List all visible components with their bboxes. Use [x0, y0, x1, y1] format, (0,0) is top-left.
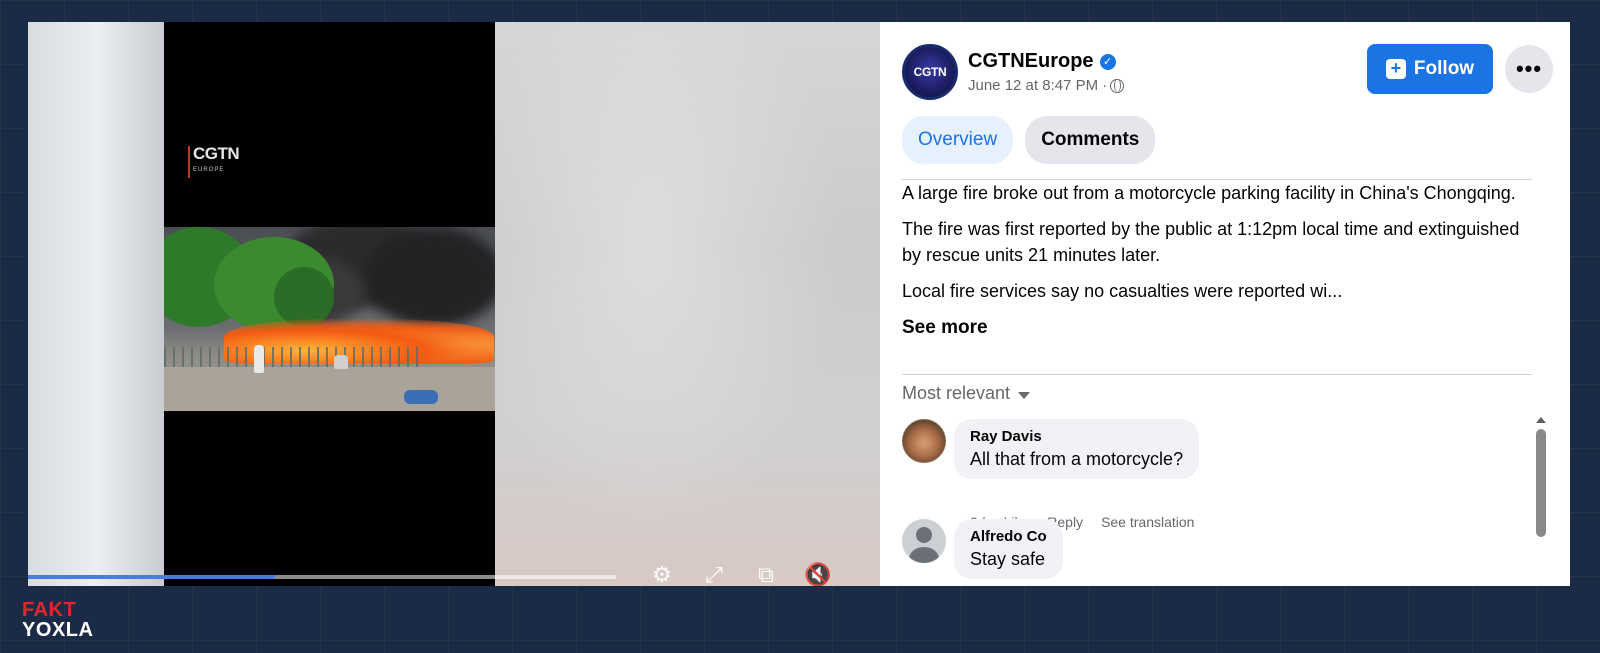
- comment-bubble: Alfredo Co Stay safe: [954, 519, 1063, 579]
- divider: [902, 374, 1532, 375]
- mute-icon[interactable]: 🔇: [804, 564, 832, 586]
- post-panel: CGTN CGTNEurope ✓ June 12 at 8:47 PM · +…: [880, 22, 1570, 586]
- more-dots-icon: •••: [1515, 56, 1543, 81]
- comment-translate-link[interactable]: See translation: [1101, 514, 1194, 530]
- comment-author[interactable]: Ray Davis: [970, 428, 1183, 445]
- comment-bubble: Ray Davis All that from a motorcycle?: [954, 419, 1200, 479]
- follow-plus-icon: +: [1385, 59, 1406, 79]
- video-controls: ⚙ ⤢ ⧉ 🔇: [648, 560, 832, 586]
- comment-text: All that from a motorcycle?: [970, 449, 1184, 469]
- video-blur-right: [495, 22, 880, 586]
- commenter-avatar[interactable]: [902, 419, 946, 463]
- page-avatar[interactable]: CGTN: [902, 44, 958, 100]
- post-description: A large fire broke out from a motorcycle…: [902, 180, 1542, 341]
- comment-item: Ray Davis All that from a motorcycle?: [902, 419, 1200, 479]
- comment-text: Stay safe: [970, 549, 1046, 569]
- cgtn-logo-text: CGTN: [193, 144, 240, 163]
- comment-author[interactable]: Alfredo Co: [970, 528, 1047, 545]
- commenter-avatar[interactable]: [902, 519, 946, 563]
- tab-overview-label: Overview: [918, 129, 998, 150]
- fullscreen-icon[interactable]: ⤢: [700, 564, 728, 586]
- watermark-top: FAKT: [22, 599, 77, 621]
- comment-sort-dropdown[interactable]: Most relevant: [902, 383, 1031, 404]
- sort-label: Most relevant: [902, 383, 1011, 403]
- comments-scrollbar[interactable]: [1536, 417, 1546, 547]
- description-paragraph-1: A large fire broke out from a motorcycle…: [902, 183, 1516, 203]
- chevron-down-icon: [1018, 391, 1031, 399]
- video-progress-bar[interactable]: [28, 575, 616, 579]
- globe-icon: [1110, 78, 1125, 93]
- video-player[interactable]: CGTN EUROPE ⚙ ⤢ ⧉ 🔇: [28, 22, 880, 586]
- tab-overview[interactable]: Overview: [902, 116, 1014, 164]
- post-timestamp[interactable]: June 12 at 8:47 PM ·: [968, 77, 1125, 94]
- comment-item: Alfredo Co Stay safe: [902, 519, 1063, 579]
- video-frame[interactable]: CGTN EUROPE: [164, 22, 495, 586]
- verified-badge-icon: ✓: [1099, 53, 1116, 70]
- scroll-up-icon[interactable]: [1536, 417, 1546, 423]
- post-tabs: Overview Comments: [902, 116, 1156, 164]
- page-avatar-text: CGTN: [913, 65, 947, 79]
- video-progress-fill: [28, 575, 275, 579]
- tab-comments-label: Comments: [1041, 129, 1140, 150]
- cgtn-overlay-logo: CGTN EUROPE: [188, 144, 240, 178]
- cgtn-logo-sub: EUROPE: [193, 167, 225, 173]
- description-paragraph-3: Local fire services say no casualties we…: [902, 281, 1343, 301]
- video-blur-left: [28, 22, 164, 586]
- description-paragraph-2: The fire was first reported by the publi…: [902, 219, 1520, 265]
- tab-comments[interactable]: Comments: [1025, 116, 1156, 164]
- screenshot-frame: CGTN EUROPE ⚙ ⤢ ⧉ 🔇 CGTN CGTNEurope ✓ Ju…: [28, 22, 1570, 586]
- page-meta: CGTNEurope ✓ June 12 at 8:47 PM ·: [968, 50, 1125, 94]
- settings-icon[interactable]: ⚙: [648, 564, 676, 586]
- fire-scene-image: [164, 227, 495, 411]
- more-options-button[interactable]: •••: [1505, 45, 1553, 93]
- fakt-yoxla-watermark: FAKT YOXLA: [22, 600, 93, 640]
- pip-icon[interactable]: ⧉: [752, 564, 780, 586]
- follow-label: Follow: [1413, 58, 1475, 79]
- follow-button[interactable]: + Follow: [1367, 44, 1493, 94]
- page-name[interactable]: CGTNEurope: [968, 50, 1094, 73]
- watermark-bottom: YOXLA: [22, 619, 94, 641]
- post-header: CGTN CGTNEurope ✓ June 12 at 8:47 PM ·: [902, 44, 1125, 100]
- scrollbar-thumb[interactable]: [1536, 429, 1546, 537]
- post-time-text: June 12 at 8:47 PM ·: [968, 77, 1108, 94]
- see-more-link[interactable]: See more: [902, 315, 988, 341]
